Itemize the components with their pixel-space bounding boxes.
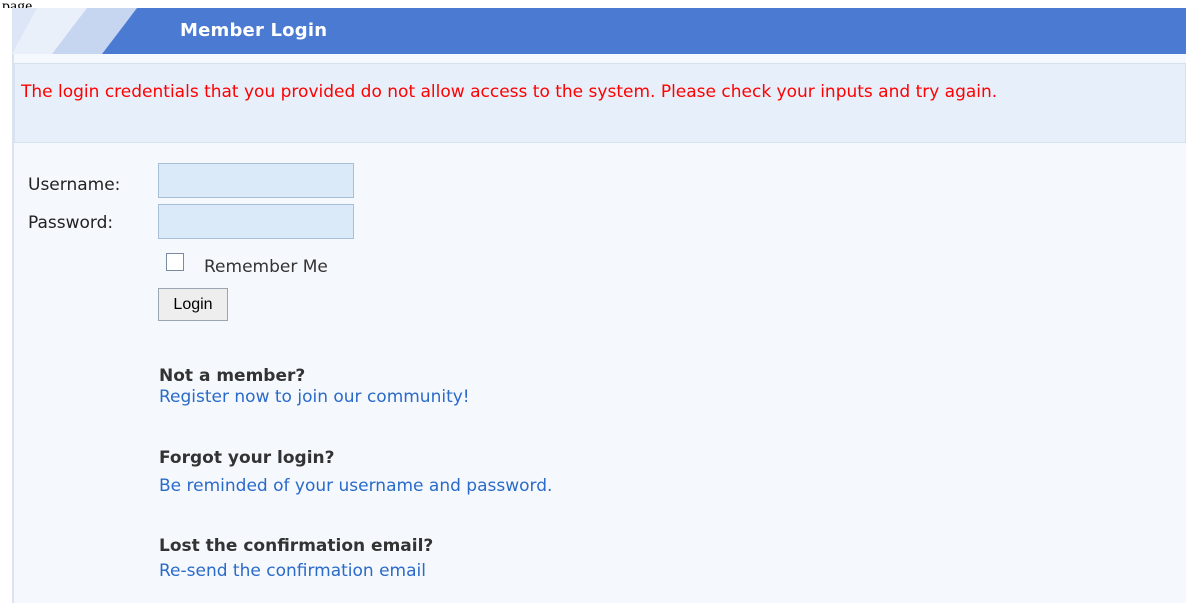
- remember-me-checkbox[interactable]: [166, 253, 184, 271]
- page-title: Member Login: [180, 20, 328, 41]
- login-button[interactable]: Login: [158, 288, 228, 321]
- password-label: Password:: [28, 213, 114, 233]
- lost-email-heading: Lost the confirmation email?: [159, 536, 434, 556]
- page-edge-text: page: [2, 0, 32, 8]
- remind-login-link[interactable]: Be reminded of your username and passwor…: [159, 476, 552, 496]
- header-decoration: [12, 8, 182, 54]
- error-message: The login credentials that you provided …: [21, 82, 998, 102]
- password-input[interactable]: [158, 204, 354, 239]
- remember-me-label[interactable]: Remember Me: [204, 257, 328, 277]
- forgot-login-heading: Forgot your login?: [159, 448, 335, 468]
- member-login-header: Member Login: [12, 8, 1186, 54]
- username-label: Username:: [28, 175, 121, 195]
- resend-confirmation-link[interactable]: Re-send the confirmation email: [159, 561, 426, 581]
- register-link[interactable]: Register now to join our community!: [159, 387, 470, 407]
- username-input[interactable]: [158, 163, 354, 198]
- not-member-heading: Not a member?: [159, 366, 306, 386]
